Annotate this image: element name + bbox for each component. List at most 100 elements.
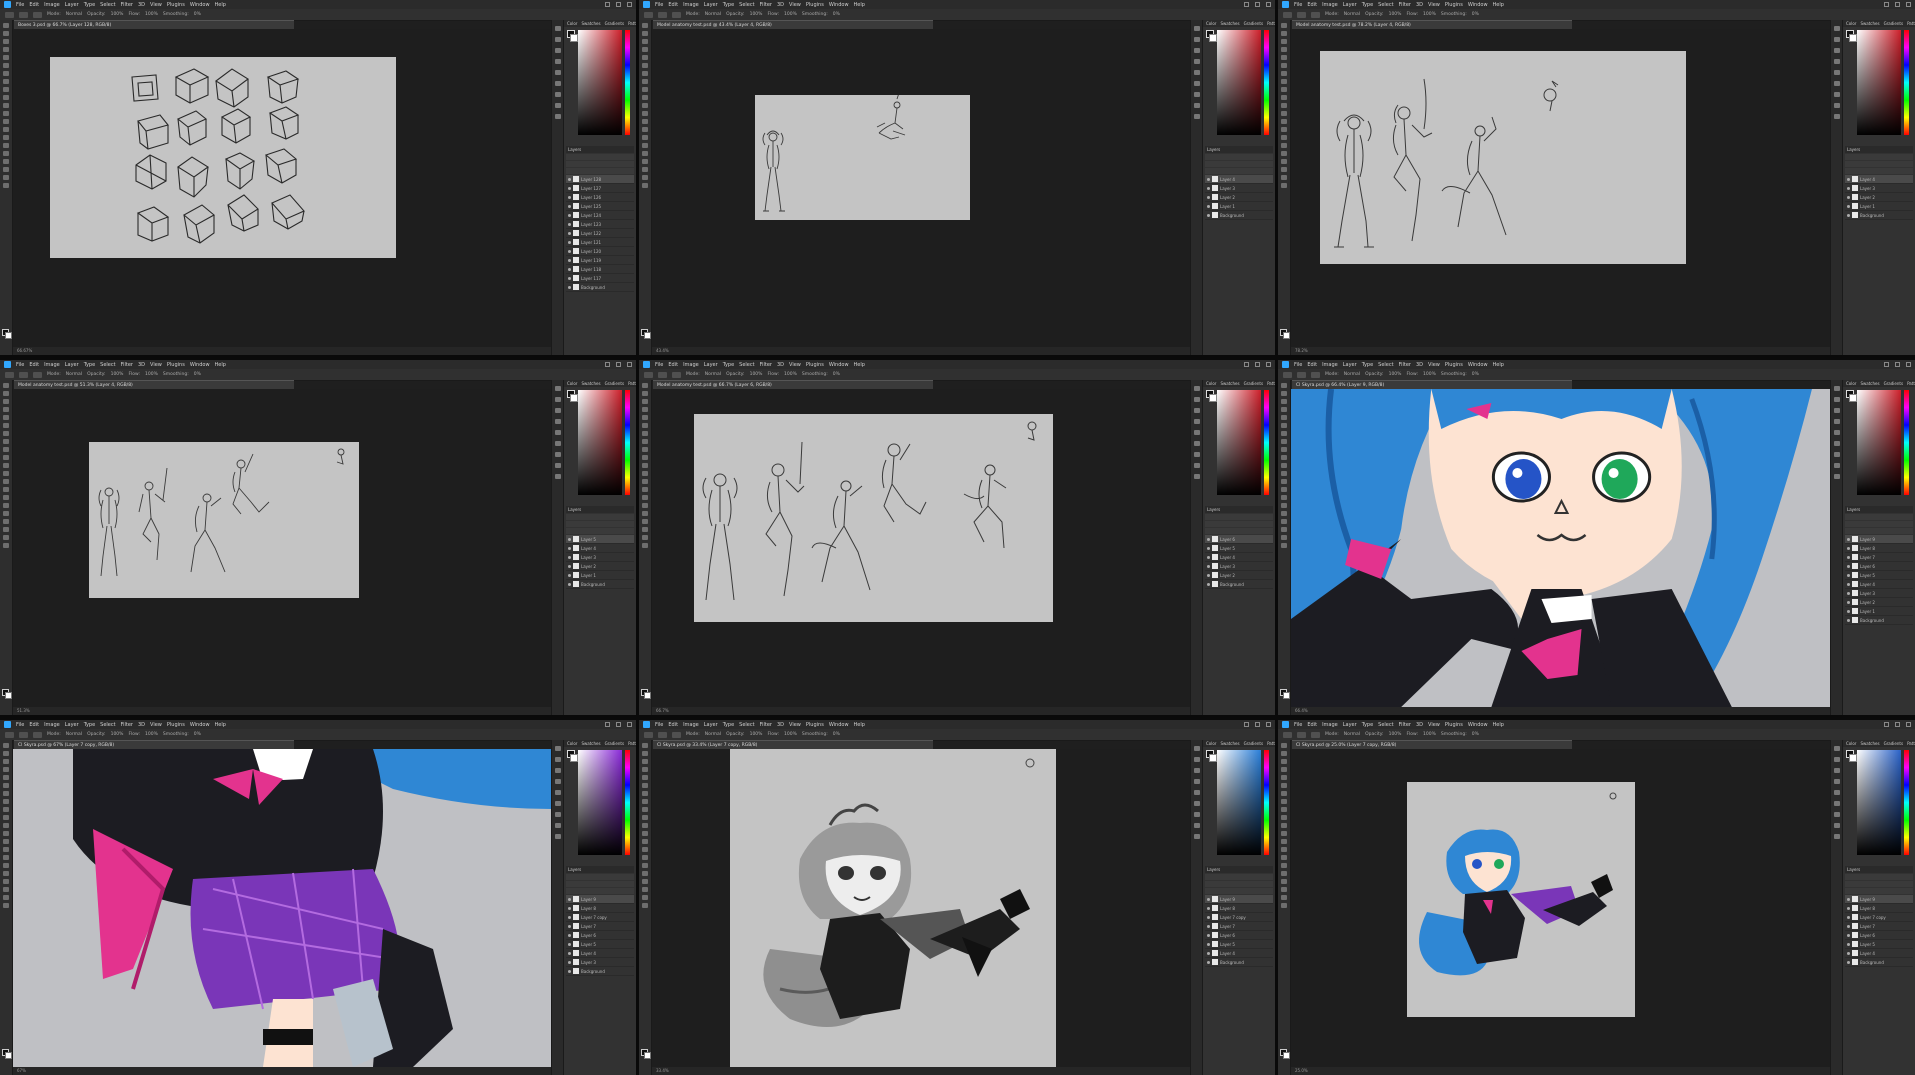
visibility-eye-icon[interactable] xyxy=(568,276,571,280)
frame-tool-icon[interactable] xyxy=(1281,783,1287,788)
color-picker-field[interactable] xyxy=(1217,30,1261,135)
document-workspace[interactable] xyxy=(652,29,1190,347)
pen-tool-icon[interactable] xyxy=(1281,143,1287,148)
visibility-eye-icon[interactable] xyxy=(1207,924,1210,928)
move-tool-icon[interactable] xyxy=(642,23,648,28)
layer-row[interactable]: Layer 122 xyxy=(566,229,634,238)
home-icon[interactable] xyxy=(5,371,14,378)
lasso-tool-icon[interactable] xyxy=(3,39,9,44)
visibility-eye-icon[interactable] xyxy=(568,906,571,910)
color-picker-field[interactable] xyxy=(578,750,622,855)
panel-tab[interactable]: Color xyxy=(567,740,577,747)
canvas[interactable] xyxy=(13,749,551,1067)
type-tool-icon[interactable] xyxy=(642,511,648,516)
maximize-icon[interactable] xyxy=(1895,2,1900,7)
stamp-tool-icon[interactable] xyxy=(1281,455,1287,460)
frame-tool-icon[interactable] xyxy=(3,63,9,68)
layer-control-row[interactable] xyxy=(1845,888,1913,894)
panel-tab[interactable]: Swatches xyxy=(1860,740,1879,747)
menu-item[interactable]: Edit xyxy=(1307,362,1317,368)
layer-row[interactable]: Layer 126 xyxy=(566,193,634,202)
visibility-eye-icon[interactable] xyxy=(1207,213,1210,217)
menu-item[interactable]: Plugins xyxy=(167,362,185,368)
panel-shortcut-icon[interactable] xyxy=(1194,823,1200,828)
brush-preset-icon[interactable] xyxy=(1311,371,1320,378)
color-swatches[interactable] xyxy=(2,329,12,339)
panel-shortcut-icon[interactable] xyxy=(1834,768,1840,773)
panel-shortcut-icon[interactable] xyxy=(1194,37,1200,42)
menu-item[interactable]: View xyxy=(150,362,162,368)
menu-item[interactable]: Select xyxy=(100,722,115,728)
minimize-icon[interactable] xyxy=(1884,722,1889,727)
document-workspace[interactable] xyxy=(652,749,1190,1067)
layer-row[interactable]: Layer 4 xyxy=(1845,175,1913,184)
shape-tool-icon[interactable] xyxy=(3,167,9,172)
menu-item[interactable]: View xyxy=(789,362,801,368)
layer-control-row[interactable] xyxy=(566,168,634,174)
layer-row[interactable]: Layer 9 xyxy=(566,895,634,904)
layers-panel-tabs[interactable]: Layers xyxy=(566,866,634,873)
layer-row[interactable]: Layer 125 xyxy=(566,202,634,211)
brush-icon[interactable] xyxy=(1297,731,1306,738)
visibility-eye-icon[interactable] xyxy=(568,537,571,541)
menu-item[interactable]: Layer xyxy=(1343,722,1357,728)
visibility-eye-icon[interactable] xyxy=(568,546,571,550)
history-tool-icon[interactable] xyxy=(642,463,648,468)
visibility-eye-icon[interactable] xyxy=(568,204,571,208)
panel-shortcut-icon[interactable] xyxy=(1194,92,1200,97)
menu-item[interactable]: Image xyxy=(1322,362,1338,368)
menu-item[interactable]: Window xyxy=(1468,2,1488,8)
minimize-icon[interactable] xyxy=(1884,362,1889,367)
panel-shortcut-icon[interactable] xyxy=(1834,81,1840,86)
menu-item[interactable]: Type xyxy=(84,362,95,368)
healing-tool-icon[interactable] xyxy=(1281,79,1287,84)
layer-row[interactable]: Layer 6 xyxy=(1845,931,1913,940)
visibility-eye-icon[interactable] xyxy=(1207,933,1210,937)
panel-shortcut-icon[interactable] xyxy=(555,474,561,479)
home-icon[interactable] xyxy=(1283,371,1292,378)
stamp-tool-icon[interactable] xyxy=(3,815,9,820)
zoom-tool-icon[interactable] xyxy=(642,903,648,908)
gradient-tool-icon[interactable] xyxy=(642,839,648,844)
quick-select-tool-icon[interactable] xyxy=(1281,767,1287,772)
visibility-eye-icon[interactable] xyxy=(1207,582,1210,586)
hue-slider[interactable] xyxy=(1904,390,1909,495)
menu-item[interactable]: View xyxy=(1428,722,1440,728)
color-picker-field[interactable] xyxy=(1857,750,1901,855)
brush-preset-icon[interactable] xyxy=(1311,731,1320,738)
panel-tab[interactable]: Swatches xyxy=(1220,20,1239,27)
hand-tool-icon[interactable] xyxy=(642,895,648,900)
zoom-tool-icon[interactable] xyxy=(1281,903,1287,908)
menu-item[interactable]: Plugins xyxy=(806,722,824,728)
eraser-tool-icon[interactable] xyxy=(1281,831,1287,836)
layer-row[interactable]: Layer 9 xyxy=(1205,895,1273,904)
menu-item[interactable]: Help xyxy=(215,362,226,368)
layer-control-row[interactable] xyxy=(566,528,634,534)
visibility-eye-icon[interactable] xyxy=(568,231,571,235)
panel-shortcut-icon[interactable] xyxy=(1834,103,1840,108)
menu-item[interactable]: Help xyxy=(215,722,226,728)
menu-item[interactable]: View xyxy=(150,722,162,728)
hue-slider[interactable] xyxy=(1904,750,1909,855)
panel-shortcut-icon[interactable] xyxy=(1194,48,1200,53)
layer-control-row[interactable] xyxy=(566,888,634,894)
menu-item[interactable]: 3D xyxy=(1416,722,1423,728)
menu-item[interactable]: Help xyxy=(1493,2,1504,8)
panel-tab[interactable]: Gradients xyxy=(1884,380,1904,387)
menu-item[interactable]: Window xyxy=(190,2,210,8)
panel-shortcut-icon[interactable] xyxy=(555,48,561,53)
menu-item[interactable]: 3D xyxy=(777,722,784,728)
brush-tool-icon[interactable] xyxy=(3,447,9,452)
panel-shortcut-icon[interactable] xyxy=(555,419,561,424)
menu-item[interactable]: Edit xyxy=(668,722,678,728)
menu-item[interactable]: Layer xyxy=(704,2,718,8)
panel-shortcut-icon[interactable] xyxy=(555,70,561,75)
layer-row[interactable]: Layer 9 xyxy=(1845,895,1913,904)
eyedropper-tool-icon[interactable] xyxy=(642,791,648,796)
color-picker-field[interactable] xyxy=(1217,390,1261,495)
menu-item[interactable]: Select xyxy=(739,722,754,728)
panel-shortcut-icon[interactable] xyxy=(1194,790,1200,795)
layer-row[interactable]: Layer 2 xyxy=(566,562,634,571)
color-swatches[interactable] xyxy=(2,1049,12,1059)
panel-tab[interactable]: Swatches xyxy=(1220,380,1239,387)
